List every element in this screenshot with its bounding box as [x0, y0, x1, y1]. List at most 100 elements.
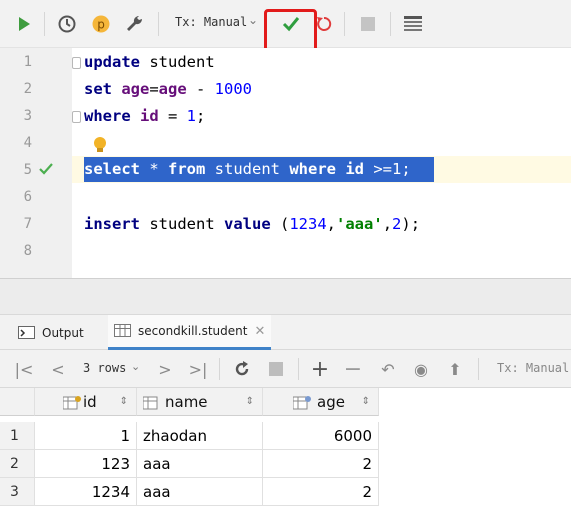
output-layout-button[interactable] — [401, 12, 425, 36]
cell-id[interactable]: 123 — [35, 450, 137, 478]
code-token: from — [168, 160, 206, 178]
code-token: age — [121, 80, 150, 98]
svg-text:p: p — [97, 18, 105, 32]
code-token: student — [140, 215, 224, 233]
next-page-icon[interactable]: > — [155, 359, 175, 379]
cell-name[interactable]: aaa — [137, 478, 263, 506]
selected-statement[interactable]: select * from student where id >=1; — [84, 157, 434, 182]
cell-name[interactable]: zhaodan — [137, 422, 263, 450]
console-icon — [18, 325, 35, 339]
fold-marker[interactable] — [72, 57, 81, 69]
column-header-age[interactable]: age ⇕ — [263, 388, 379, 416]
toolbar-separator — [158, 12, 159, 36]
last-page-icon[interactable]: >| — [188, 359, 208, 379]
add-row-icon[interactable]: + — [310, 357, 330, 382]
results-tab-bar: Output secondkill.student ✕ — [0, 314, 571, 350]
cell-age[interactable]: 2 — [263, 450, 379, 478]
toolbar-separator — [344, 12, 345, 36]
code-token: age — [158, 80, 187, 98]
line-number: 7 — [23, 216, 32, 232]
profile-button[interactable]: p — [89, 12, 113, 36]
tab-output[interactable]: Output — [18, 315, 94, 350]
chevron-down-icon[interactable]: ⌄ — [248, 13, 258, 27]
code-token: , — [382, 215, 393, 233]
stop-icon — [269, 362, 283, 376]
code-line-5: select * from student where id >=1; — [84, 160, 411, 178]
view-icon[interactable]: ◉ — [411, 359, 431, 379]
checkmark-icon — [282, 17, 300, 32]
toolbar-separator — [478, 358, 479, 380]
cell-id[interactable]: 1 — [35, 422, 137, 450]
first-page-icon[interactable]: |< — [14, 359, 34, 379]
sort-icon[interactable]: ⇕ — [246, 396, 254, 407]
stop-icon — [361, 17, 375, 31]
transaction-mode-label[interactable]: Tx: Manual — [175, 15, 247, 29]
column-icon — [143, 396, 158, 410]
code-token: where — [289, 160, 336, 178]
cell-name[interactable]: aaa — [137, 450, 263, 478]
play-icon — [19, 17, 30, 31]
p-badge-icon: p — [92, 15, 110, 33]
row-number[interactable]: 2 — [0, 450, 35, 478]
sort-icon[interactable]: ⇕ — [120, 396, 128, 407]
column-header-name[interactable]: name ⇕ — [137, 388, 263, 416]
submit-arrow-icon[interactable]: ⬆ — [445, 359, 465, 379]
column-header-id[interactable]: id ⇕ — [35, 388, 137, 416]
results-toolbar: |< < 3 rows ⌄ > >| + − ↶ ◉ ⬆ Tx: Manual — [0, 350, 571, 388]
column-icon — [293, 396, 311, 410]
results-tx-label[interactable]: Tx: Manual — [497, 361, 569, 375]
toolbar-separator — [219, 358, 220, 380]
column-header-label: name — [165, 392, 208, 411]
delete-row-icon[interactable]: − — [343, 357, 363, 382]
code-token: insert — [84, 215, 140, 233]
refresh-button[interactable] — [232, 359, 252, 379]
tab-output-label: Output — [42, 325, 84, 340]
chevron-down-icon[interactable]: ⌄ — [131, 360, 140, 373]
toolbar-separator — [44, 12, 45, 36]
line-number: 1 — [23, 54, 32, 70]
code-token: * — [140, 160, 168, 178]
toolbar-separator — [390, 12, 391, 36]
code-token: 1000 — [214, 80, 252, 98]
cell-age[interactable]: 6000 — [263, 422, 379, 450]
revert-icon[interactable]: ↶ — [378, 359, 398, 379]
code-token: value — [224, 215, 271, 233]
execute-button[interactable] — [12, 12, 36, 36]
cell-age[interactable]: 2 — [263, 478, 379, 506]
tab-result-table[interactable]: secondkill.student ✕ — [108, 315, 272, 350]
code-token: = — [158, 107, 187, 125]
sort-icon[interactable]: ⇕ — [362, 396, 370, 407]
toolbar-separator — [298, 358, 299, 380]
code-token: 1234 — [289, 215, 327, 233]
line-number: 3 — [23, 108, 32, 124]
row-number[interactable]: 3 — [0, 478, 35, 506]
previous-page-icon[interactable]: < — [48, 359, 68, 379]
close-icon[interactable]: ✕ — [254, 324, 265, 339]
row-count-label[interactable]: 3 rows — [83, 361, 126, 375]
code-token: student — [205, 160, 290, 178]
history-button[interactable] — [55, 12, 79, 36]
code-token: = — [149, 80, 159, 98]
row-header-corner — [0, 388, 35, 416]
stop-button[interactable] — [356, 12, 380, 36]
fold-marker[interactable] — [72, 111, 81, 123]
lightbulb-icon[interactable] — [92, 136, 108, 154]
rollback-button[interactable] — [312, 12, 336, 36]
refresh-icon — [235, 361, 249, 376]
code-token: id — [140, 107, 159, 125]
code-line-2: set age=age - 1000 — [84, 80, 252, 98]
commit-button[interactable] — [279, 12, 303, 36]
panel-splitter[interactable] — [0, 278, 571, 314]
row-number[interactable]: 1 — [0, 422, 35, 450]
sql-editor[interactable]: 1 2 3 4 5 6 7 8 select * from student wh… — [0, 48, 571, 278]
column-header-label: age — [317, 392, 345, 411]
code-token: ( — [270, 215, 290, 233]
settings-button[interactable] — [122, 12, 146, 36]
executed-checkmark-icon — [39, 163, 53, 175]
cell-id[interactable]: 1234 — [35, 478, 137, 506]
code-token: 'aaa' — [336, 215, 383, 233]
code-token: ); — [401, 215, 421, 233]
stop-query-button[interactable] — [266, 359, 286, 379]
code-token: where — [84, 107, 140, 125]
code-token: 1 — [186, 107, 197, 125]
